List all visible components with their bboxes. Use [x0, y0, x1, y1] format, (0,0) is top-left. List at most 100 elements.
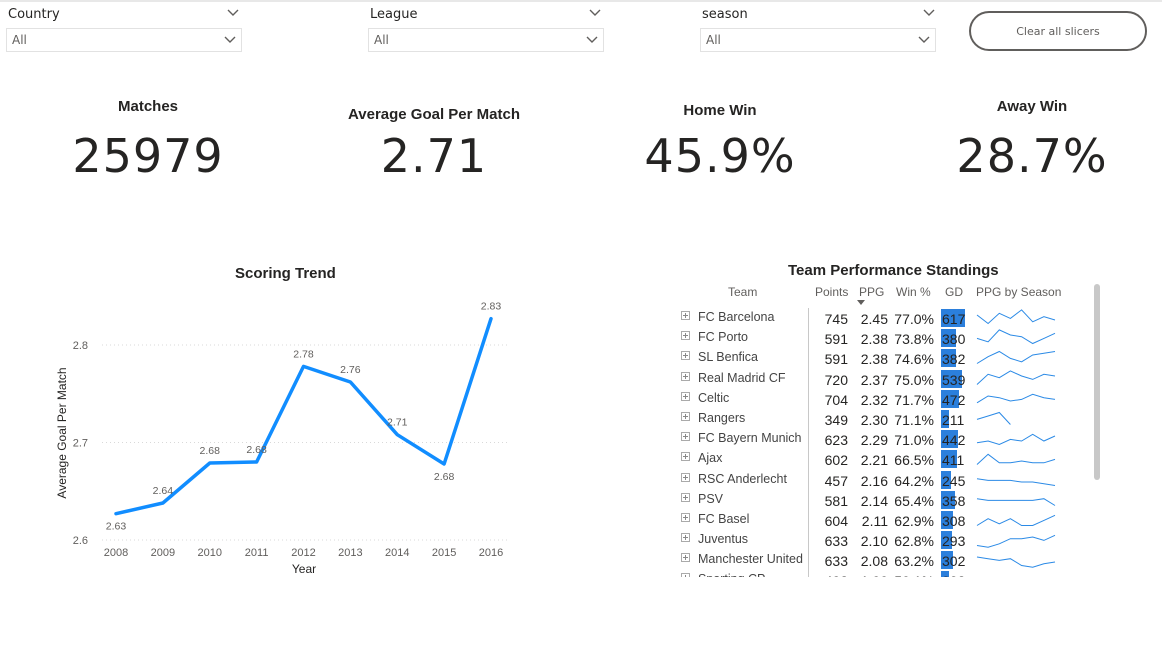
- expand-icon[interactable]: [681, 512, 690, 522]
- x-axis-title: Year: [292, 562, 316, 576]
- slicer-header-country: Country: [8, 7, 60, 22]
- points-cell: 591: [824, 351, 848, 368]
- table-row[interactable]: FC Basel 604 2.11 62.9% 308: [676, 510, 1064, 530]
- table-row[interactable]: SL Benfica 591 2.38 74.6% 382: [676, 348, 1064, 368]
- sort-descending-icon[interactable]: [857, 300, 865, 305]
- gd-cell: 382: [942, 351, 966, 368]
- expand-icon[interactable]: [681, 432, 690, 442]
- season-slicer[interactable]: season All: [700, 4, 936, 54]
- expand-icon[interactable]: [681, 452, 690, 462]
- table-row[interactable]: RSC Anderlecht 457 2.16 64.2% 245: [676, 470, 1064, 490]
- gd-cell: 472: [942, 391, 966, 408]
- chevron-down-icon[interactable]: [226, 6, 240, 20]
- points-cell: 591: [824, 331, 848, 348]
- table-row[interactable]: Real Madrid CF 720 2.37 75.0% 539: [676, 369, 1064, 389]
- gd-cell: 358: [942, 492, 966, 509]
- expand-icon[interactable]: [681, 472, 690, 482]
- column-header-win-pct[interactable]: Win %: [896, 285, 931, 299]
- win-pct-cell: 71.7%: [894, 391, 934, 408]
- table-row[interactable]: Juventus 633 2.10 62.8% 293: [676, 530, 1064, 550]
- country-dropdown[interactable]: All: [6, 28, 242, 52]
- data-label: 2.63: [106, 521, 127, 533]
- ppg-sparkline: [976, 351, 1056, 365]
- scoring-trend-chart: 2.6 2.7 2.8 2008 2009 2010 2011 2012 2013 2014 201…: [55, 301, 510, 576]
- team-name-cell: Juventus: [698, 532, 749, 547]
- clear-slicers-button[interactable]: Clear all slicers: [969, 11, 1147, 51]
- win-pct-cell: 71.0%: [894, 432, 934, 449]
- expand-icon[interactable]: [681, 553, 690, 563]
- expand-icon[interactable]: [681, 533, 690, 543]
- team-name-cell: FC Basel: [698, 511, 750, 526]
- expand-icon[interactable]: [681, 573, 690, 577]
- ppg-sparkline: [976, 433, 1056, 446]
- table-row[interactable]: PSV 581 2.14 65.4% 358: [676, 490, 1064, 510]
- league-dropdown-value: All: [374, 33, 389, 47]
- expand-icon[interactable]: [681, 311, 690, 320]
- win-pct-cell: 62.9%: [894, 512, 934, 529]
- table-row[interactable]: Sporting CP 402 1.9959.1% 203: [676, 570, 1064, 577]
- expand-icon[interactable]: [681, 391, 690, 401]
- table-row[interactable]: FC Bayern Munich 623 2.29 71.0% 442: [676, 429, 1064, 449]
- column-header-ppg-by-season[interactable]: PPG by Season: [976, 285, 1061, 299]
- chevron-down-icon[interactable]: [585, 33, 599, 47]
- data-label: 2.68: [434, 471, 455, 483]
- ppg-cell: 2.29: [860, 432, 888, 449]
- expand-icon[interactable]: [681, 492, 690, 502]
- chevron-down-icon[interactable]: [223, 33, 237, 47]
- column-header-points[interactable]: Points: [815, 285, 848, 299]
- ppg-sparkline: [976, 514, 1056, 526]
- expand-icon[interactable]: [681, 371, 690, 381]
- table-row[interactable]: Celtic 704 2.32 71.7% 472: [676, 389, 1064, 409]
- chevron-down-icon[interactable]: [917, 33, 931, 47]
- team-name-cell: RSC Anderlecht: [698, 471, 787, 486]
- ppg-sparkline: [976, 309, 1056, 325]
- table-scrollbar[interactable]: [1094, 284, 1100, 480]
- team-name-cell: Celtic: [698, 390, 730, 405]
- data-label: 2.71: [387, 417, 408, 429]
- table-row[interactable]: FC Porto 591 2.38 73.8% 380: [676, 328, 1064, 348]
- table-row[interactable]: FC Barcelona 745 2.45 77.0% 617: [676, 308, 1064, 328]
- x-tick-label: 2008: [104, 547, 128, 559]
- kpi-card-avg-goal: Average Goal Per Match 2.71: [324, 106, 544, 183]
- column-header-gd[interactable]: GD: [945, 285, 963, 299]
- table-row[interactable]: Ajax 602 2.21 66.5% 411: [676, 449, 1064, 469]
- y-tick-label: 2.8: [73, 340, 88, 352]
- sparkline-series: [976, 433, 1056, 446]
- league-slicer[interactable]: League All: [368, 4, 604, 54]
- season-dropdown[interactable]: All: [700, 28, 936, 52]
- points-cell: 704: [824, 391, 848, 408]
- ppg-cell: 2.21: [860, 452, 888, 469]
- column-header-team[interactable]: Team: [728, 285, 757, 299]
- chevron-down-icon[interactable]: [588, 6, 602, 20]
- league-dropdown[interactable]: All: [368, 28, 604, 52]
- sparkline-series: [976, 351, 1056, 365]
- data-label: 2.78: [293, 348, 314, 360]
- x-tick-label: 2011: [245, 547, 269, 559]
- ppg-sparkline: [976, 369, 1056, 385]
- gd-cell: 211: [942, 411, 965, 428]
- sparkline-series: [976, 497, 1056, 506]
- sparkline-series: [976, 411, 1011, 425]
- expand-icon[interactable]: [681, 351, 690, 361]
- column-header-ppg[interactable]: PPG: [859, 285, 884, 299]
- ppg-sparkline: [976, 570, 1056, 577]
- table-header: Team Points PPG Win % GD PPG by Season: [676, 282, 1064, 306]
- country-dropdown-value: All: [12, 33, 27, 47]
- x-tick-label: 2012: [291, 547, 315, 559]
- team-name-cell: PSV: [698, 491, 724, 506]
- team-name-cell: Real Madrid CF: [698, 370, 786, 385]
- country-slicer[interactable]: Country All: [6, 4, 242, 54]
- gd-cell: 539: [942, 371, 966, 388]
- table-row[interactable]: Rangers 349 2.30 71.1% 211: [676, 409, 1064, 429]
- gd-cell: 380: [942, 331, 966, 348]
- win-pct-cell: 62.8%: [894, 533, 934, 550]
- kpi-value: 2.71: [380, 129, 488, 183]
- expand-icon[interactable]: [681, 411, 690, 421]
- expand-icon[interactable]: [681, 331, 690, 341]
- table-row[interactable]: Manchester United 633 2.08 63.2% 302: [676, 550, 1064, 570]
- ppg-sparkline: [976, 329, 1056, 345]
- chevron-down-icon[interactable]: [922, 6, 936, 20]
- ppg-cell: 2.11: [861, 512, 888, 529]
- data-label: 2.76: [340, 364, 361, 376]
- gd-cell: 293: [942, 533, 966, 550]
